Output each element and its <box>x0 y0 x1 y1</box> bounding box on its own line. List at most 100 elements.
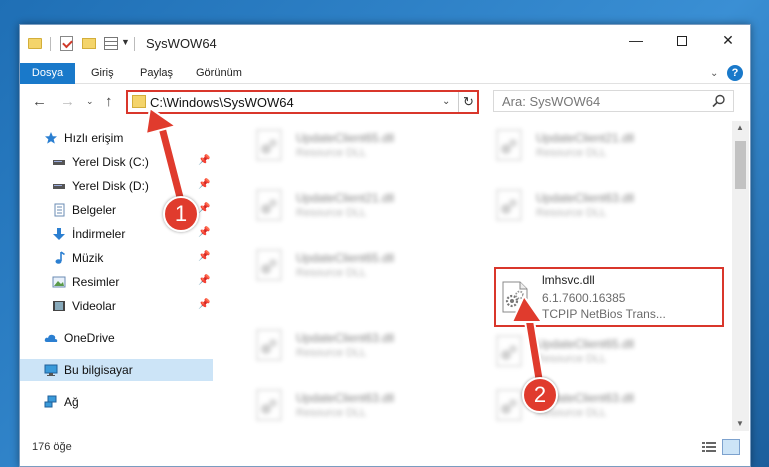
pin-icon[interactable]: 📌 <box>198 275 210 286</box>
dll-file-icon <box>256 329 282 361</box>
status-bar: 176 öğe <box>20 431 750 466</box>
tab-home[interactable]: Giriş <box>91 63 114 84</box>
file-name: UpdateClient65.dll <box>296 251 395 265</box>
sidebar-item-network[interactable]: Ağ <box>20 391 213 413</box>
sidebar-item-label: Hızlı erişim <box>64 131 124 145</box>
pin-icon[interactable]: 📌 <box>198 299 210 310</box>
file-description: Resource DLL <box>536 353 607 365</box>
sidebar-item-this-pc[interactable]: Bu bilgisayar <box>20 359 213 381</box>
sidebar-item-local-disk-d[interactable]: Yerel Disk (D:) 📌 <box>20 175 213 197</box>
list-item[interactable]: UpdateClient65.dll Resource DLL <box>240 241 465 291</box>
music-icon <box>55 251 65 264</box>
search-icon[interactable] <box>712 94 726 108</box>
help-icon[interactable]: ? <box>727 65 743 81</box>
sidebar-item-music[interactable]: Müzik 📌 <box>20 247 213 269</box>
folder-icon <box>28 38 42 49</box>
dll-file-icon <box>496 389 522 421</box>
minimize-button[interactable]: — <box>613 25 659 55</box>
sidebar-item-videos[interactable]: Videolar 📌 <box>20 295 213 317</box>
computer-icon <box>44 364 58 376</box>
close-button[interactable]: ✕ <box>705 25 750 55</box>
file-name: UpdateClient63.dll <box>296 331 395 345</box>
recent-locations-icon[interactable]: ⌄ <box>86 96 94 107</box>
step-badge-2: 2 <box>522 377 558 413</box>
file-explorer-window: ▼ SysWOW64 — ✕ Dosya Giriş Paylaş Görünü… <box>19 24 751 467</box>
list-item[interactable]: UpdateClient65.dll Resource DLL <box>240 121 465 171</box>
sidebar-item-pictures[interactable]: Resimler 📌 <box>20 271 213 293</box>
list-item[interactable]: UpdateClient63.dll Resource DLL <box>240 321 465 371</box>
network-icon <box>44 395 57 408</box>
sidebar-item-label: Bu bilgisayar <box>64 363 133 377</box>
drive-icon <box>53 184 65 189</box>
file-description: Resource DLL <box>296 407 367 419</box>
drive-icon <box>53 160 65 165</box>
maximize-button[interactable] <box>659 25 705 55</box>
title-bar: ▼ SysWOW64 — ✕ <box>20 25 750 63</box>
chevron-down-icon[interactable]: ⌄ <box>442 96 450 107</box>
folder-icon <box>132 95 146 108</box>
file-description: Resource DLL <box>536 147 607 159</box>
list-item[interactable]: UpdateClient63.dll Resource DLL <box>480 181 705 231</box>
divider <box>134 37 135 51</box>
list-item[interactable]: UpdateClient21.dll Resource DLL <box>480 121 705 171</box>
dll-file-icon <box>496 335 522 367</box>
sidebar-item-local-disk-c[interactable]: Yerel Disk (C:) 📌 <box>20 151 213 173</box>
pin-icon[interactable]: 📌 <box>198 155 210 166</box>
dll-file-icon <box>256 189 282 221</box>
file-name: UpdateClient65.dll <box>296 131 395 145</box>
sidebar-item-label: Müzik <box>72 251 104 265</box>
forward-arrow-icon[interactable]: → <box>60 93 75 110</box>
ribbon-tabs: Dosya Giriş Paylaş Görünüm ⌄ ? <box>20 63 750 84</box>
back-arrow-icon[interactable]: ← <box>32 93 47 110</box>
pin-icon[interactable]: 📌 <box>198 179 210 190</box>
pictures-icon <box>52 276 66 288</box>
list-item[interactable]: UpdateClient63.dll Resource DLL <box>240 381 465 431</box>
address-path[interactable]: C:\Windows\SysWOW64 <box>150 95 294 110</box>
scrollbar-thumb[interactable] <box>735 141 746 189</box>
expand-ribbon-icon[interactable]: ⌄ <box>710 68 718 79</box>
scroll-down-icon[interactable]: ▼ <box>736 419 744 428</box>
scroll-up-icon[interactable]: ▲ <box>736 123 744 132</box>
tab-view[interactable]: Görünüm <box>196 63 242 84</box>
new-folder-icon[interactable] <box>82 38 96 49</box>
refresh-icon[interactable]: ↻ <box>458 92 478 112</box>
customize-quick-access-icon[interactable]: ▼ <box>121 37 130 55</box>
pin-icon[interactable]: 📌 <box>198 251 210 262</box>
pin-icon[interactable]: 📌 <box>198 227 210 238</box>
dll-file-icon <box>502 281 528 313</box>
view-icon[interactable] <box>104 37 118 50</box>
vertical-scrollbar[interactable]: ▲ ▼ <box>732 121 749 431</box>
details-view-icon[interactable] <box>702 441 716 453</box>
tiles-view-icon[interactable] <box>722 439 740 455</box>
sidebar-item-onedrive[interactable]: OneDrive <box>20 327 213 349</box>
sidebar-item-label: İndirmeler <box>72 227 126 241</box>
file-description: TCPIP NetBios Trans... <box>542 307 666 321</box>
navigation-pane: Hızlı erişim Yerel Disk (C:) 📌 Yerel Dis… <box>20 121 213 431</box>
tab-share[interactable]: Paylaş <box>140 63 173 84</box>
up-arrow-icon[interactable]: ↑ <box>105 93 113 110</box>
videos-icon <box>53 301 65 311</box>
cloud-icon <box>44 334 58 342</box>
window-title: SysWOW64 <box>146 36 217 51</box>
tab-file[interactable]: Dosya <box>20 63 75 84</box>
list-item[interactable]: UpdateClient65.dll Resource DLL <box>480 327 705 377</box>
properties-icon[interactable] <box>60 36 73 51</box>
file-version: 6.1.7600.16385 <box>542 291 626 305</box>
sidebar-item-label: Yerel Disk (C:) <box>72 155 149 169</box>
list-item[interactable]: UpdateClient21.dll Resource DLL <box>240 181 465 231</box>
sidebar-item-quick-access[interactable]: Hızlı erişim <box>20 127 213 149</box>
highlighted-file-lmhsvc[interactable]: lmhsvc.dll 6.1.7600.16385 TCPIP NetBios … <box>494 267 724 327</box>
file-list: UpdateClient65.dll Resource DLL UpdateCl… <box>230 121 730 431</box>
file-name: UpdateClient21.dll <box>296 191 395 205</box>
file-description: Resource DLL <box>296 147 367 159</box>
search-input[interactable]: Ara: SysWOW64 <box>493 90 734 112</box>
pin-icon[interactable]: 📌 <box>198 203 210 214</box>
list-item[interactable]: UpdateClient63.dll Resource DLL <box>480 381 705 431</box>
star-icon <box>45 132 57 144</box>
file-name: UpdateClient65.dll <box>536 337 635 351</box>
file-name: UpdateClient21.dll <box>536 131 635 145</box>
address-bar[interactable]: C:\Windows\SysWOW64 ⌄ ↻ <box>126 90 479 114</box>
file-name: lmhsvc.dll <box>542 273 595 287</box>
file-name: UpdateClient63.dll <box>296 391 395 405</box>
dll-file-icon <box>256 129 282 161</box>
